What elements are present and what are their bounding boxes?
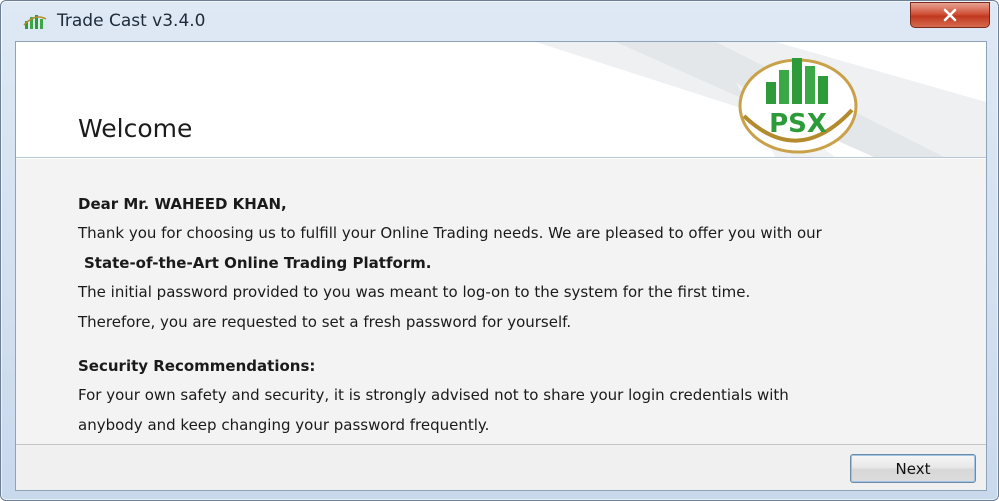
intro-line-2: State-of-the-Art Online Trading Platform…	[84, 254, 432, 272]
security-heading: Security Recommendations:	[78, 357, 316, 375]
password-line-1: The initial password provided to you was…	[78, 283, 751, 301]
close-button[interactable]	[910, 2, 990, 28]
window-title: Trade Cast v3.4.0	[57, 11, 206, 31]
psx-logo: PSX	[738, 58, 858, 154]
psx-logo-text: PSX	[769, 109, 827, 139]
message-body: Dear Mr. WAHEED KHAN, Thank you for choo…	[16, 159, 986, 444]
next-button[interactable]: Next	[850, 454, 976, 483]
header-banner: Welcome PSX	[16, 42, 986, 158]
title-bar[interactable]: Trade Cast v3.4.0	[1, 1, 998, 41]
intro-line-1: Thank you for choosing us to fulfill you…	[78, 224, 822, 242]
page-title: Welcome	[78, 114, 193, 143]
salutation: Dear Mr. WAHEED KHAN,	[78, 195, 287, 213]
security-line-1: For your own safety and security, it is …	[78, 386, 789, 404]
dialog-window: Trade Cast v3.4.0 Welcome PSX Dear Mr. W…	[0, 0, 999, 501]
security-line-2: anybody and keep changing your password …	[78, 416, 490, 434]
password-line-2: Therefore, you are requested to set a fr…	[78, 313, 572, 331]
app-icon	[23, 15, 47, 29]
dialog-client-area: Welcome PSX Dear Mr. WAHEED KHAN, Thank …	[15, 41, 987, 491]
button-bar: Next	[16, 444, 986, 490]
close-icon	[943, 8, 957, 22]
